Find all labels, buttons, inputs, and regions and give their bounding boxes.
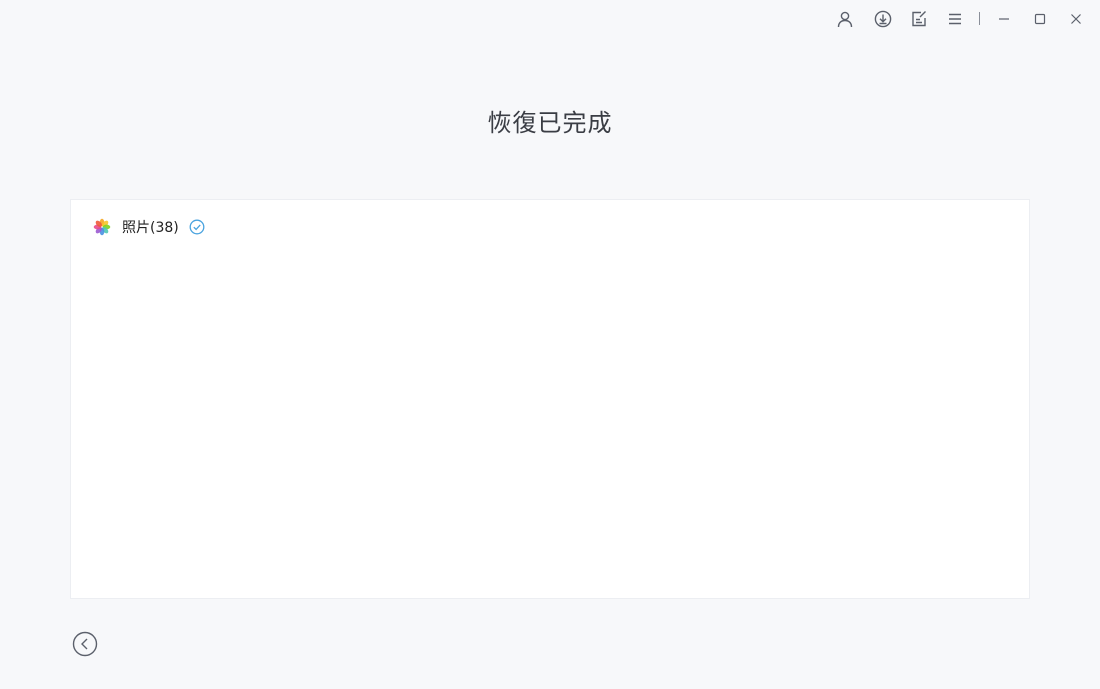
download-icon bbox=[874, 10, 892, 28]
menu-button[interactable] bbox=[944, 8, 966, 30]
result-item-photos: 照片(38) bbox=[93, 217, 205, 237]
check-circle-icon bbox=[189, 219, 205, 235]
back-arrow-icon bbox=[72, 631, 98, 657]
close-button[interactable] bbox=[1065, 8, 1087, 30]
result-item-label: 照片(38) bbox=[122, 220, 179, 236]
feedback-icon bbox=[912, 11, 926, 27]
maximize-button[interactable] bbox=[1029, 8, 1051, 30]
user-icon bbox=[837, 11, 853, 28]
user-account-button[interactable] bbox=[834, 8, 856, 30]
minimize-icon bbox=[999, 18, 1009, 20]
recovery-result-panel: 照片(38) bbox=[70, 199, 1030, 599]
close-icon bbox=[1071, 14, 1081, 24]
download-button[interactable] bbox=[872, 8, 894, 30]
photos-app-icon bbox=[93, 218, 111, 236]
menu-icon bbox=[949, 13, 961, 25]
maximize-icon bbox=[1034, 13, 1046, 25]
back-button[interactable] bbox=[72, 631, 98, 657]
minimize-button[interactable] bbox=[993, 8, 1015, 30]
page-title: 恢復已完成 bbox=[487, 109, 613, 137]
title-bar-divider bbox=[979, 12, 980, 25]
title-bar bbox=[0, 0, 1100, 38]
feedback-button[interactable] bbox=[908, 8, 930, 30]
